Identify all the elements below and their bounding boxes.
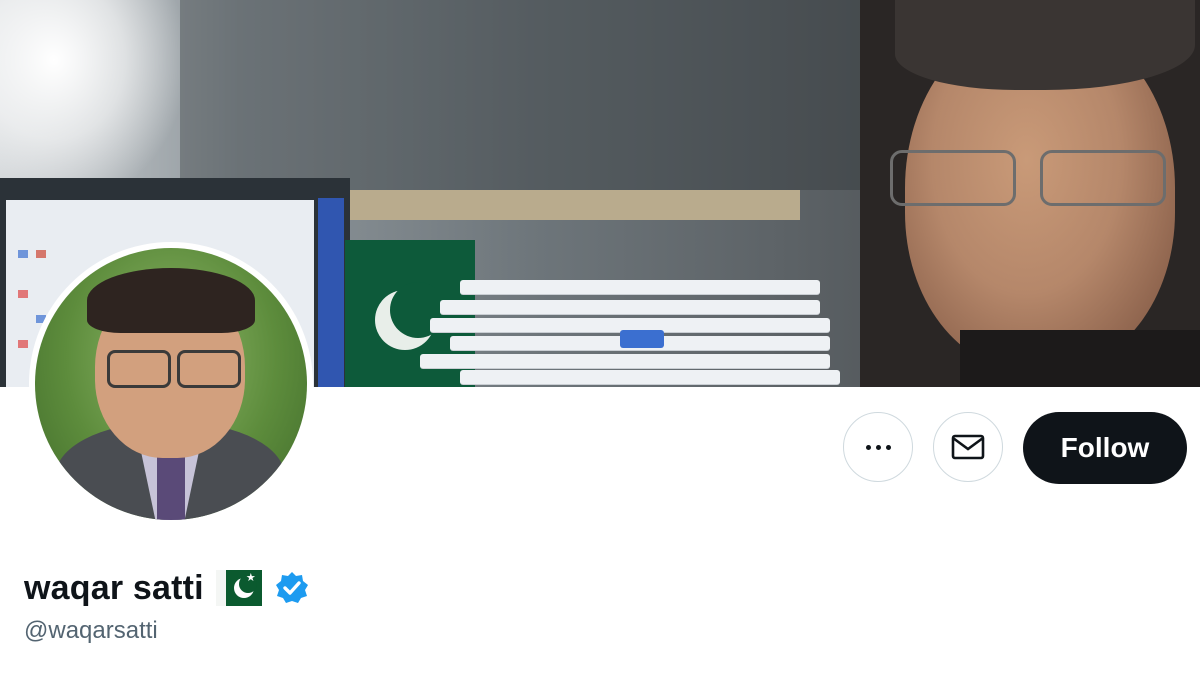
- more-options-button[interactable]: [843, 412, 913, 482]
- banner-monitor-edge: [318, 198, 344, 387]
- more-options-icon: [865, 444, 891, 450]
- profile-avatar[interactable]: [29, 242, 313, 526]
- avatar-glasses-left: [107, 350, 171, 388]
- follow-button[interactable]: Follow: [1023, 412, 1187, 484]
- banner-desk: [330, 190, 800, 220]
- banner-binder-clip: [620, 330, 664, 348]
- envelope-icon: [951, 434, 985, 460]
- verified-badge-icon: [275, 572, 308, 603]
- banner-paper-stack: [420, 240, 840, 387]
- banner-window-light: [0, 0, 180, 200]
- profile-name-row: waqar satti ★: [24, 566, 310, 610]
- banner-shelves: [180, 0, 860, 190]
- banner-portrait-hair: [895, 0, 1195, 90]
- banner-portrait-collar: [960, 330, 1200, 387]
- avatar-photo: [35, 248, 307, 520]
- banner-portrait-glasses: [890, 150, 1190, 210]
- profile-handle: @waqarsatti: [24, 617, 158, 644]
- avatar-hair: [87, 268, 255, 333]
- message-button[interactable]: [933, 412, 1003, 482]
- pakistan-flag-icon: ★: [215, 570, 262, 606]
- display-name: waqar satti: [24, 568, 204, 607]
- avatar-glasses-right: [177, 350, 241, 388]
